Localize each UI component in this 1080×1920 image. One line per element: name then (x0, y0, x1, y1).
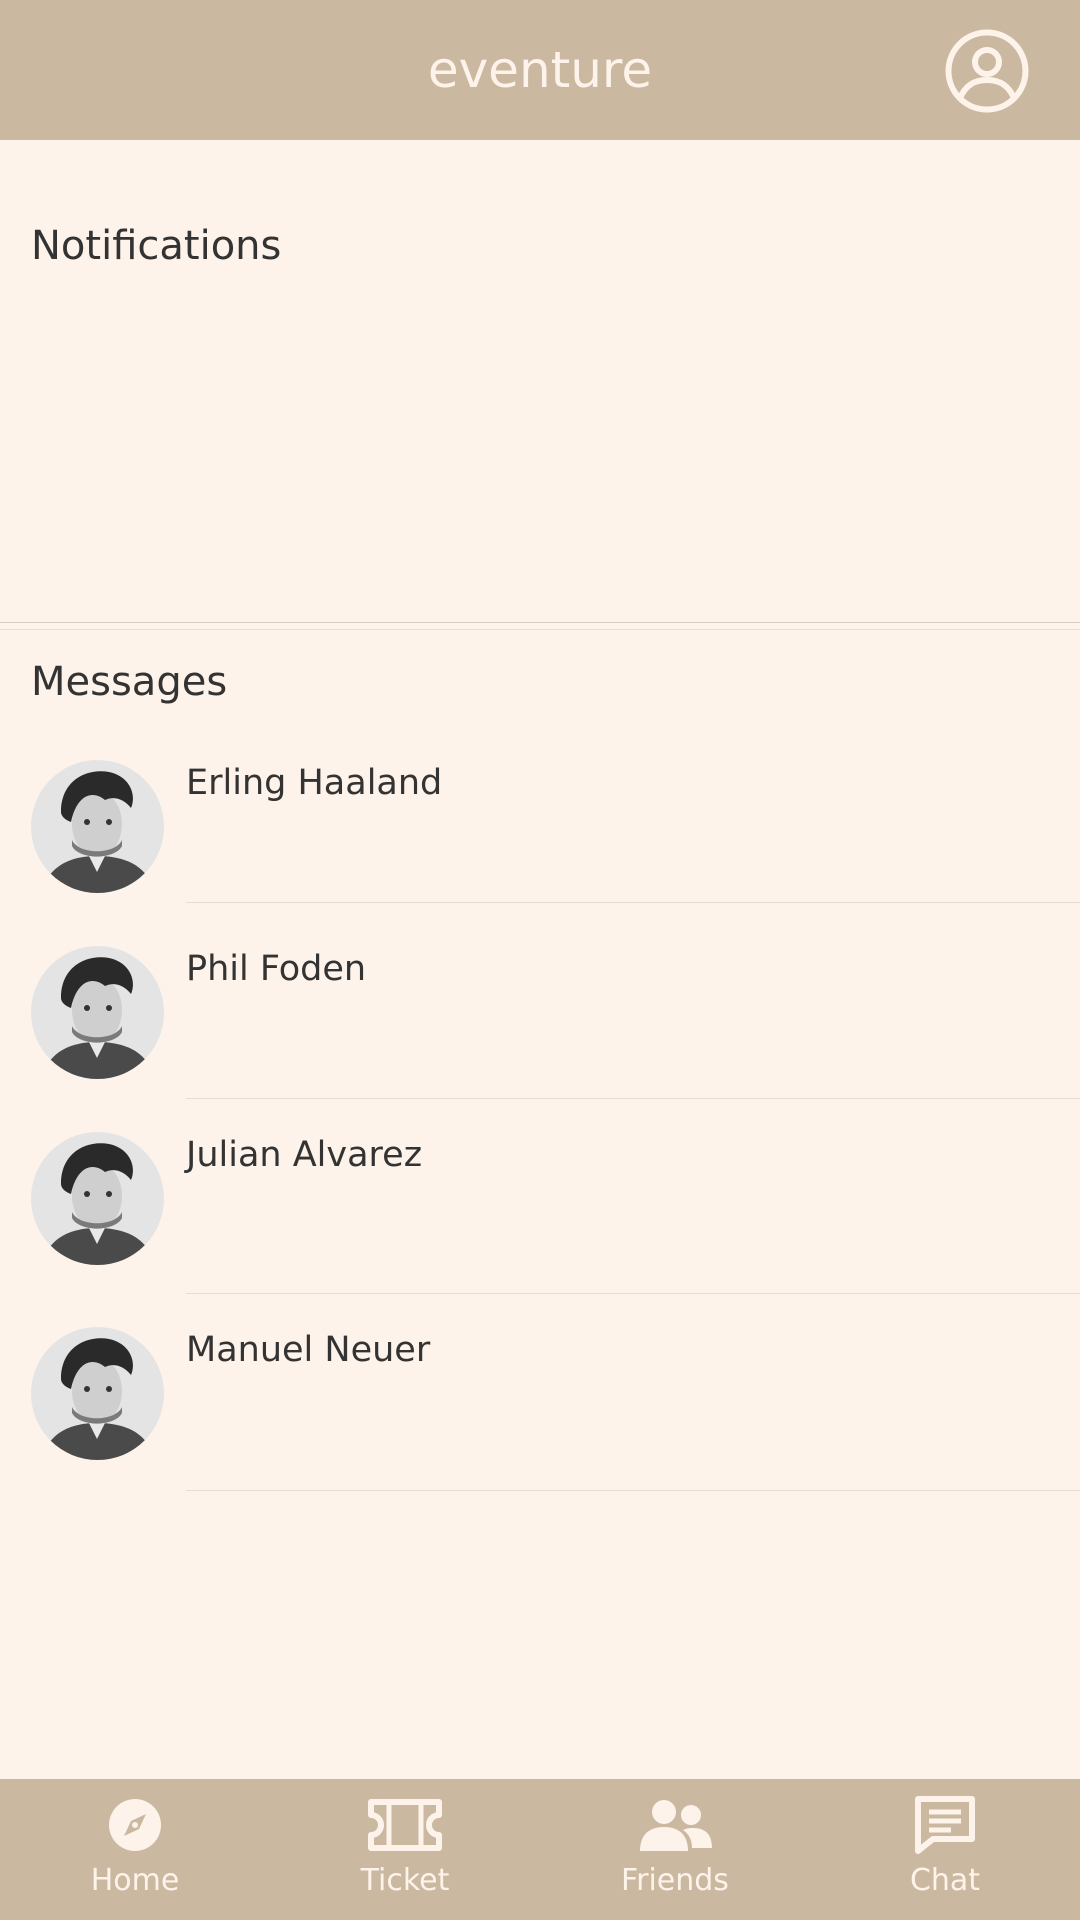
chat-icon (905, 1795, 985, 1855)
message-item-julian-alvarez[interactable]: Julian Alvarez (0, 1099, 1080, 1294)
avatar (31, 1327, 164, 1460)
nav-label: Chat (909, 1863, 981, 1898)
avatar (31, 1132, 164, 1265)
nav-label: Friends (621, 1863, 729, 1898)
contact-name: Erling Haaland (186, 763, 443, 803)
message-item-erling-haaland[interactable]: Erling Haaland (0, 745, 1080, 903)
app-header: eventure (0, 0, 1080, 140)
user-circle-icon (945, 29, 1029, 113)
message-list: Erling Haaland Phil Foden Julian Alvarez… (0, 745, 1080, 1491)
nav-item-home[interactable]: Home (0, 1779, 270, 1920)
ticket-icon (365, 1795, 445, 1855)
profile-button[interactable] (944, 28, 1030, 114)
message-item-phil-foden[interactable]: Phil Foden (0, 903, 1080, 1099)
contact-name: Manuel Neuer (186, 1330, 431, 1370)
nav-item-ticket[interactable]: Ticket (270, 1779, 540, 1920)
nav-item-chat[interactable]: Chat (810, 1779, 1080, 1920)
friends-icon (635, 1795, 715, 1855)
nav-item-friends[interactable]: Friends (540, 1779, 810, 1920)
compass-icon (95, 1795, 175, 1855)
row-divider (186, 1490, 1080, 1491)
contact-name: Julian Alvarez (186, 1135, 423, 1175)
app-title: eventure (427, 41, 653, 99)
nav-label: Home (90, 1863, 180, 1898)
message-item-manuel-neuer[interactable]: Manuel Neuer (0, 1294, 1080, 1491)
avatar (31, 760, 164, 893)
contact-name: Phil Foden (186, 949, 367, 989)
section-divider (0, 622, 1080, 630)
messages-title: Messages (31, 659, 228, 705)
bottom-navigation: Home Ticket Friends Chat (0, 1779, 1080, 1920)
nav-label: Ticket (360, 1863, 450, 1898)
avatar (31, 946, 164, 1079)
notifications-title: Notifications (31, 223, 282, 269)
